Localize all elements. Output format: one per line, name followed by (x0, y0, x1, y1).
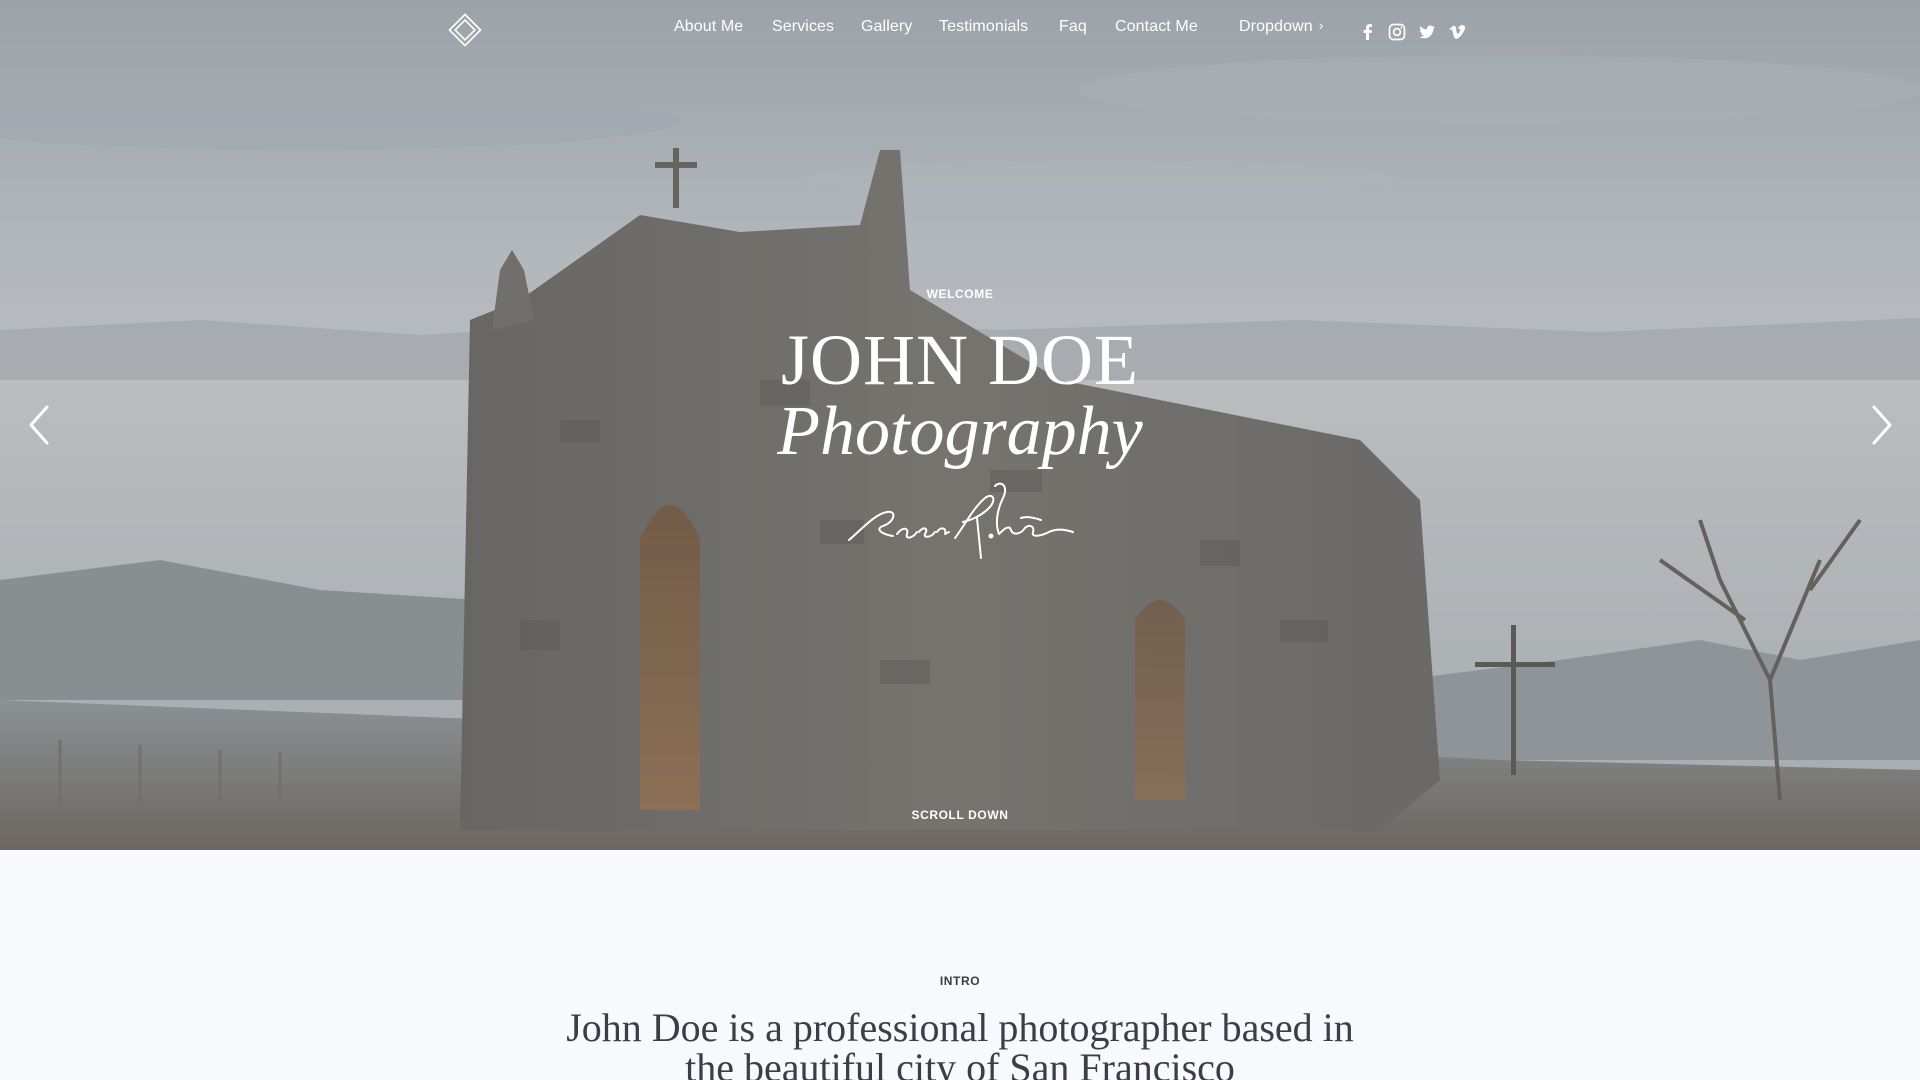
vimeo-icon[interactable] (1447, 22, 1467, 42)
scroll-down-link[interactable]: SCROLL DOWN (0, 808, 1920, 822)
hero-slider: About Me Services Gallery Testimonials F… (0, 0, 1920, 850)
hero-subtitle: Photography (777, 393, 1143, 470)
nav-item-faq[interactable]: Faq (1059, 18, 1087, 36)
nav-item-contact-me[interactable]: Contact Me (1115, 18, 1198, 36)
chevron-right-icon: › (1318, 17, 1324, 33)
nav-item-services[interactable]: Services (772, 18, 834, 36)
intro-label: INTRO (939, 974, 981, 988)
hero-eyebrow: WELCOME (926, 287, 994, 301)
chevron-right-icon[interactable] (1866, 403, 1896, 447)
nav-dropdown-label: Dropdown (1239, 18, 1313, 35)
twitter-icon[interactable] (1417, 22, 1437, 42)
instagram-icon[interactable] (1387, 22, 1407, 42)
chevron-left-icon[interactable] (25, 403, 55, 447)
main-navigation: About Me Services Gallery Testimonials F… (0, 0, 1920, 60)
diamond-logo-icon[interactable] (447, 12, 483, 48)
nav-item-testimonials[interactable]: Testimonials (939, 18, 1028, 36)
facebook-icon[interactable] (1358, 22, 1378, 42)
intro-text: John Doe is a professional photographer … (566, 1005, 1354, 1080)
nav-item-about-me[interactable]: About Me (674, 18, 743, 36)
handwritten-signature (848, 482, 1074, 559)
nav-dropdown[interactable]: Dropdown › (1239, 17, 1324, 36)
nav-item-gallery[interactable]: Gallery (861, 18, 912, 36)
